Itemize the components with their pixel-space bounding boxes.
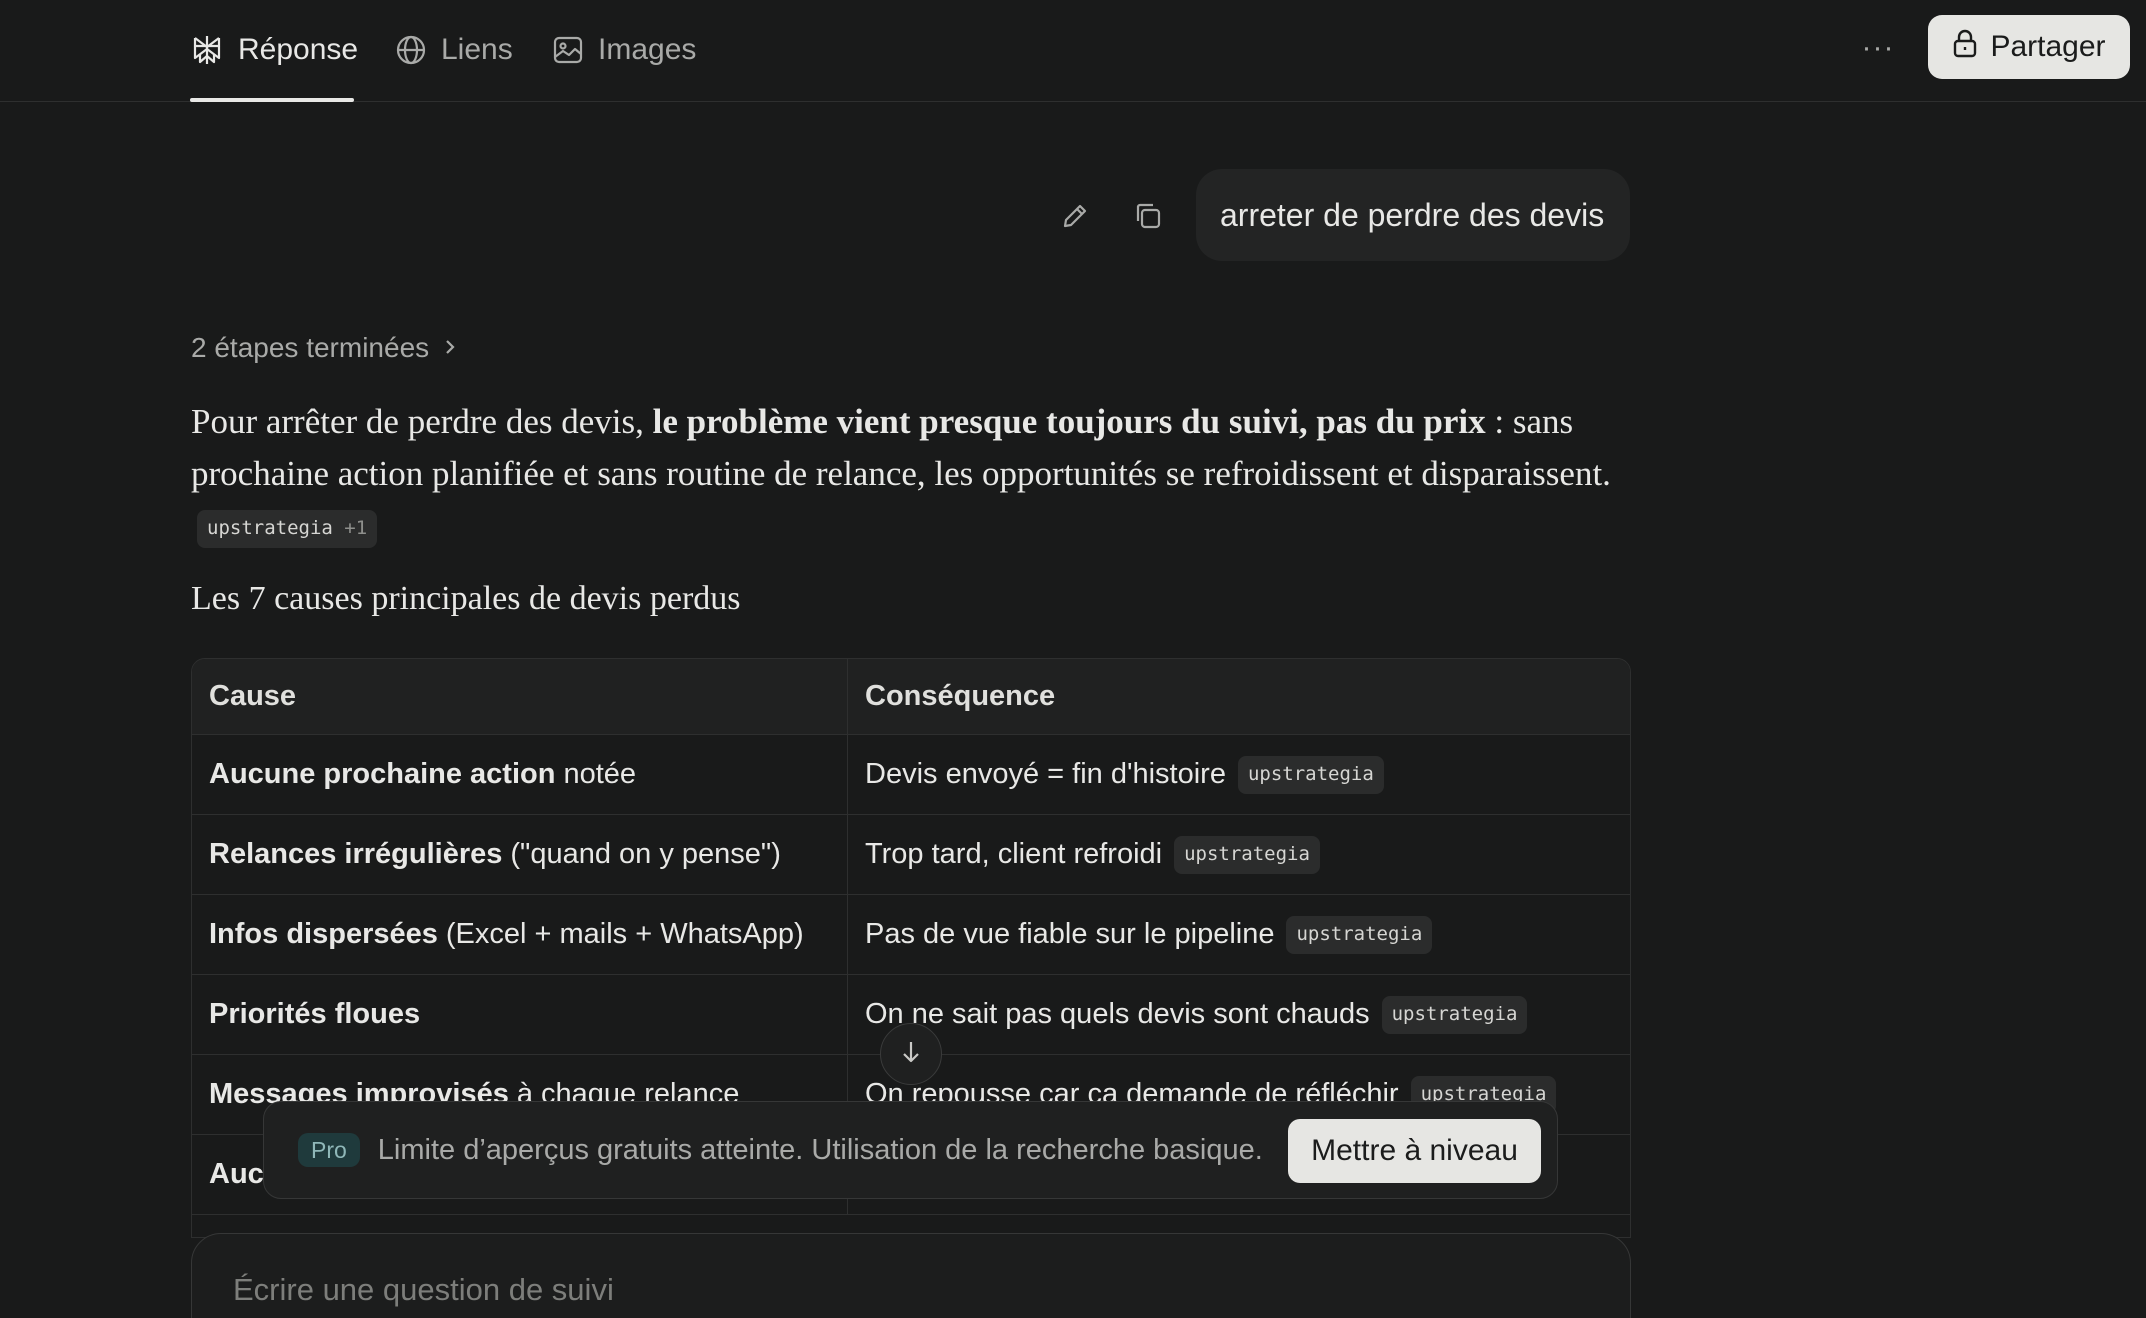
header-consequence: Conséquence <box>865 680 1056 712</box>
tab-liens[interactable]: Liens <box>395 28 513 72</box>
citation-badge[interactable]: upstrategia <box>1381 995 1528 1034</box>
user-query-text: arreter de perdre des devis <box>1220 196 1605 233</box>
table-header-row: Cause Conséquence <box>192 659 1630 735</box>
header-cause: Cause <box>192 659 848 734</box>
consequence-text: Trop tard, client refroidi <box>865 838 1163 870</box>
citation-badge[interactable]: upstrategia <box>1174 835 1320 874</box>
consequence-text: On ne sait pas quels devis sont chauds <box>865 998 1370 1030</box>
cause-bold: Priorités floues <box>209 998 421 1030</box>
tab-images-label: Images <box>598 33 697 66</box>
table-row: Aucune prochaine action notée Devis envoy… <box>192 735 1630 815</box>
cause-cell: Relances irrégulières ("quand on y pense"… <box>192 815 848 894</box>
lock-icon <box>1952 28 1978 66</box>
pro-limit-banner: Pro Limite d’aperçus gratuits atteinte. … <box>263 1101 1558 1199</box>
chevron-right-icon <box>443 332 457 364</box>
consequence-cell: On ne sait pas quels devis sont chauds up… <box>848 975 1630 1054</box>
consequence-cell: Trop tard, client refroidi upstrategia <box>848 815 1630 894</box>
pro-badge: Pro <box>298 1133 360 1167</box>
image-icon <box>552 34 584 66</box>
cause-bold: Aucune prochaine action <box>209 758 556 790</box>
perplexity-icon <box>190 33 224 67</box>
tab-reponse[interactable]: Réponse <box>190 28 358 72</box>
tab-images[interactable]: Images <box>552 28 696 72</box>
user-query-bubble: arreter de perdre des devis <box>1196 169 1630 261</box>
followup-input[interactable] <box>233 1268 1533 1312</box>
arrow-down-icon <box>899 1039 923 1070</box>
cause-rest: notée <box>563 758 637 790</box>
followup-box <box>191 1233 1631 1318</box>
answer-intro: Pour arrêter de perdre des devis, <box>191 402 653 441</box>
steps-label: 2 étapes terminées <box>191 332 430 363</box>
more-icon: ··· <box>1861 31 1895 64</box>
cause-bold: Relances irrégulières <box>209 838 503 870</box>
consequence-cell: Pas de vue fiable sur le pipeline upstrat… <box>848 895 1630 974</box>
pencil-icon[interactable] <box>1055 196 1095 236</box>
table-row: Relances irrégulières ("quand on y pense"… <box>192 815 1630 895</box>
section-heading: Les 7 causes principales de devis perdus <box>191 580 741 617</box>
copy-icon[interactable] <box>1128 196 1168 236</box>
globe-icon <box>395 34 427 66</box>
answer-paragraph: Pour arrêter de perdre des devis, le pro… <box>191 396 1621 552</box>
cause-rest: ("quand on y pense") <box>510 838 781 870</box>
table-row: Infos dispersées (Excel + mails + WhatsAp… <box>192 895 1630 975</box>
cause-rest: (Excel + mails + WhatsApp) <box>445 918 804 950</box>
citation-badge[interactable]: upstrategia <box>1286 915 1433 954</box>
tab-reponse-label: Réponse <box>238 33 359 66</box>
citation-badge[interactable]: upstrategia <box>1237 755 1384 794</box>
cause-cell: Aucune prochaine action notée <box>192 735 848 814</box>
cause-bold: Infos dispersées <box>209 918 438 950</box>
upgrade-button[interactable]: Mettre à niveau <box>1288 1119 1541 1183</box>
more-options-button[interactable]: ··· <box>1856 26 1900 70</box>
cause-cell: Priorités floues <box>192 975 848 1054</box>
active-tab-indicator <box>190 98 354 102</box>
citation-source: upstrategia <box>207 517 333 539</box>
cause-cell: Infos dispersées (Excel + mails + WhatsAp… <box>192 895 848 974</box>
tab-liens-label: Liens <box>441 33 513 66</box>
share-label: Partager <box>1990 30 2106 63</box>
top-bar: Réponse Liens Images ··· Partager <box>0 0 2146 102</box>
citation-extra: +1 <box>344 517 368 539</box>
pro-limit-text: Limite d’aperçus gratuits atteinte. Util… <box>377 1133 1263 1166</box>
consequence-text: Devis envoyé = fin d'histoire <box>865 758 1226 790</box>
steps-toggle[interactable]: 2 étapes terminées <box>191 328 457 368</box>
answer-bold: le problème vient presque toujours du su… <box>652 402 1486 441</box>
consequence-text: Pas de vue fiable sur le pipeline <box>865 918 1275 950</box>
consequence-cell: Devis envoyé = fin d'histoire upstrategia <box>848 735 1630 814</box>
citation-badge[interactable]: upstrategia +1 <box>197 510 378 548</box>
scroll-down-button[interactable] <box>880 1023 942 1085</box>
cause-bold: Auc <box>209 1158 264 1190</box>
share-button[interactable]: Partager <box>1928 15 2130 79</box>
